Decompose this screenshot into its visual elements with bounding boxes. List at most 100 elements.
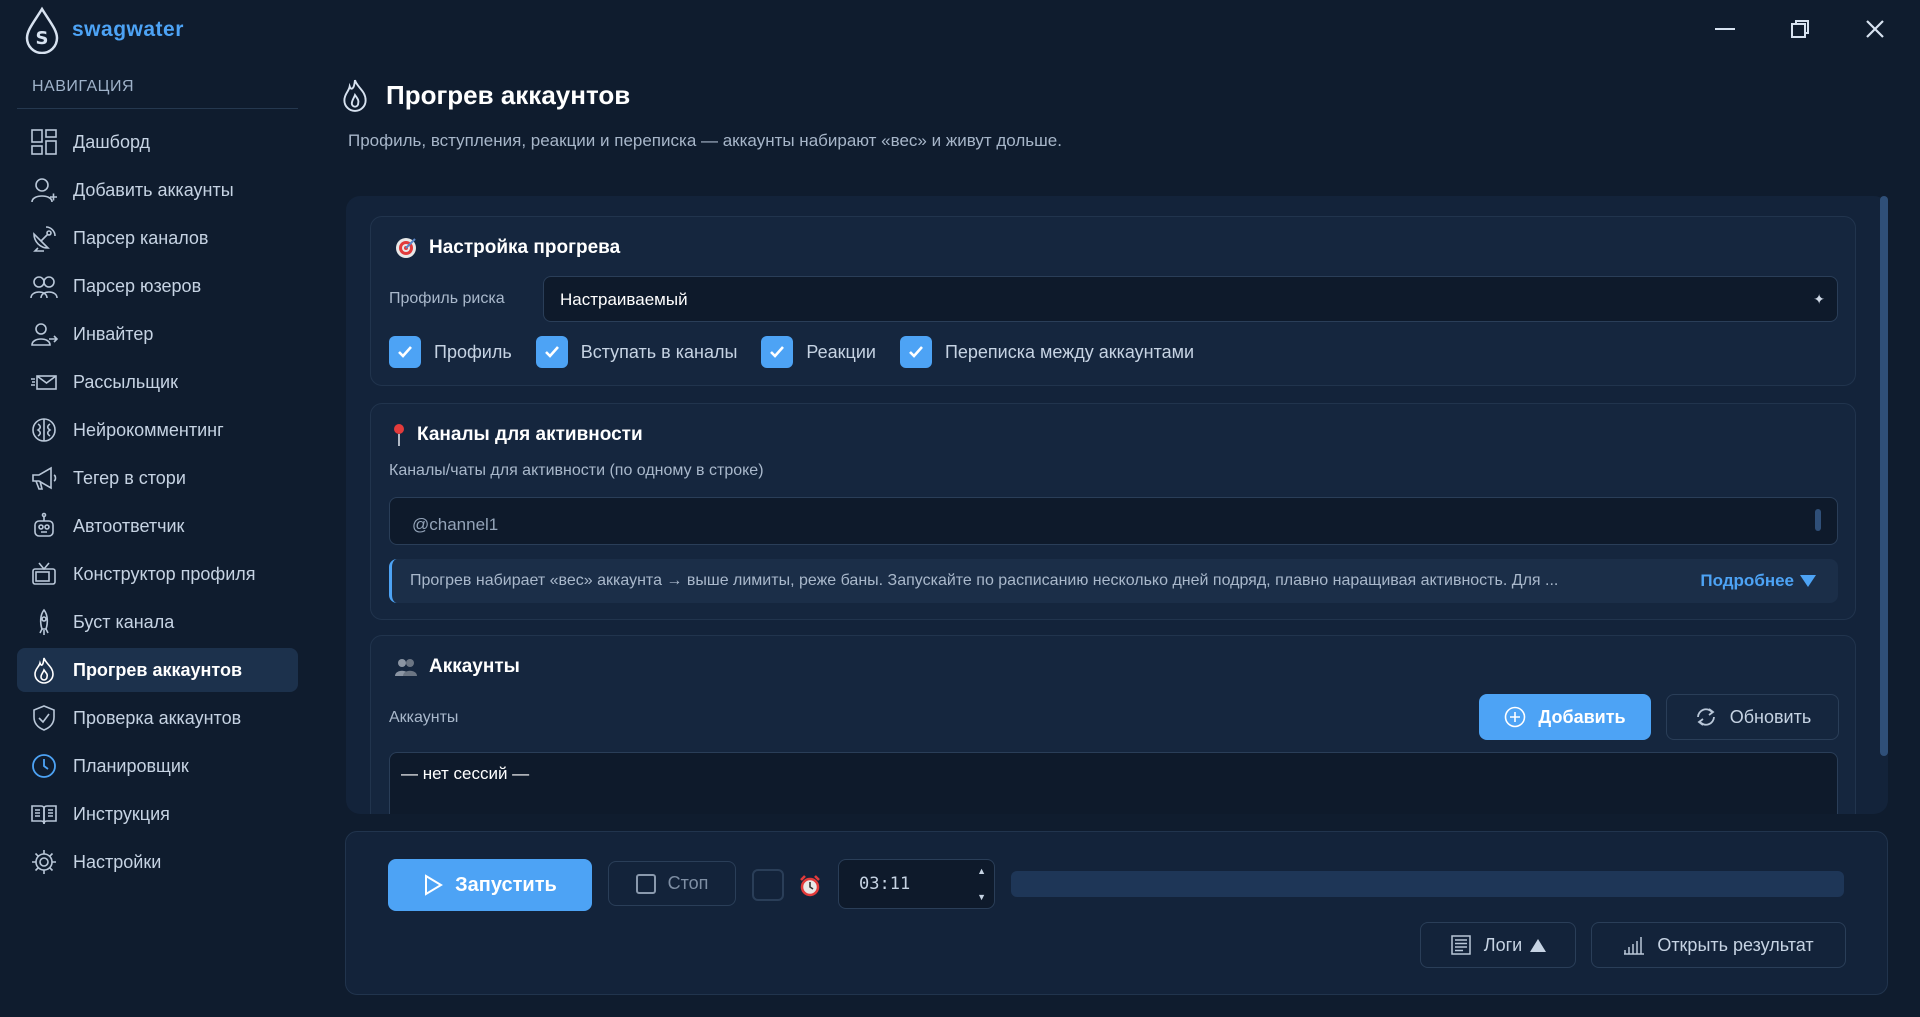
logs-label: Логи [1483, 934, 1523, 955]
invite-user-icon [29, 319, 59, 349]
checkbox-label: Вступать в каналы [580, 341, 738, 362]
checkbox-checked-icon [535, 336, 568, 368]
reactions-checkbox[interactable]: Реакции [761, 336, 876, 368]
accounts-list[interactable]: — нет сессий — [389, 752, 1838, 814]
start-label: Запустить [455, 873, 557, 896]
spin-up-icon[interactable]: ▲ [977, 866, 986, 876]
sidebar-item-story-tagger[interactable]: Тегер в стори [17, 456, 298, 500]
tv-icon [29, 559, 59, 589]
flame-icon [343, 79, 367, 112]
more-label: Подробнее [1700, 571, 1794, 590]
sidebar-item-label: Дашборд [73, 131, 151, 152]
sidebar-item-label: Конструктор профиля [73, 563, 256, 584]
close-button[interactable] [1850, 12, 1900, 46]
accounts-card-title: Аккаунты [429, 656, 520, 677]
sidebar-item-channel-boost[interactable]: Буст канала [17, 600, 298, 644]
minimize-button[interactable] [1700, 12, 1750, 46]
sidebar-item-channel-parser[interactable]: Парсер каналов [17, 216, 298, 260]
checkbox-label: Реакции [806, 341, 876, 362]
account-chat-checkbox[interactable]: Переписка между аккаунтами [899, 336, 1195, 368]
target-icon [393, 235, 419, 261]
profile-checkbox[interactable]: Профиль [389, 336, 512, 368]
triangle-down-icon [1800, 575, 1816, 587]
play-icon [423, 874, 444, 896]
spin-down-icon[interactable]: ▼ [977, 892, 986, 902]
stop-label: Стоп [667, 873, 709, 893]
run-panel: Запустить Стоп 03:11 ▲ ▼ Логи Открыть ре… [345, 831, 1888, 995]
checkbox-label: Переписка между аккаунтами [944, 341, 1195, 362]
join-channels-checkbox[interactable]: Вступать в каналы [535, 336, 738, 368]
pin-icon [389, 422, 409, 448]
dashboard-icon [29, 127, 59, 157]
sidebar-item-neurocommenting[interactable]: Нейрокомментинг [17, 408, 298, 452]
minimize-icon [1715, 28, 1735, 30]
clock-icon [29, 751, 59, 781]
add-label: Добавить [1538, 706, 1626, 727]
page-subtitle: Профиль, вступления, реакции и переписка… [348, 131, 1062, 150]
add-user-icon [29, 175, 59, 205]
sidebar-item-label: Инструкция [73, 803, 170, 824]
hint-box: Прогрев набирает «вес» аккаунта → выше л… [389, 559, 1838, 603]
bar-chart-icon [1623, 935, 1645, 955]
add-account-button[interactable]: Добавить [1479, 694, 1651, 740]
refresh-label: Обновить [1729, 706, 1812, 727]
hint-text: Прогрев набирает «вес» аккаунта → выше л… [410, 572, 1559, 589]
risk-profile-select[interactable]: Настраиваемый ✦ [543, 276, 1838, 322]
sidebar-item-account-warmup[interactable]: Прогрев аккаунтов [17, 648, 298, 692]
sidebar-item-label: Парсер юзеров [73, 275, 202, 296]
sidebar-item-label: Добавить аккаунты [73, 179, 234, 200]
sidebar-item-scheduler[interactable]: Планировщик [17, 744, 298, 788]
progress-bar [1011, 871, 1844, 897]
sidebar-item-add-accounts[interactable]: Добавить аккаунты [17, 168, 298, 212]
channels-card-title: Каналы для активности [417, 424, 643, 445]
checkbox-label: Профиль [434, 341, 512, 362]
mail-icon [29, 367, 59, 397]
app-window: S swagwater НАВИГАЦИЯ Дашборд Добавить а… [0, 0, 1920, 1017]
sidebar-item-profile-builder[interactable]: Конструктор профиля [17, 552, 298, 596]
sidebar-item-mailer[interactable]: Рассыльщик [17, 360, 298, 404]
open-result-button[interactable]: Открыть результат [1591, 922, 1846, 968]
content-scroll-area[interactable]: Настройка прогрева Профиль риска Настраи… [346, 196, 1888, 814]
sidebar-item-label: Проверка аккаунтов [73, 707, 242, 728]
sidebar-item-label: Рассыльщик [73, 371, 178, 392]
card-title: Каналы для активности [389, 422, 643, 448]
sidebar-item-inviter[interactable]: Инвайтер [17, 312, 298, 356]
sidebar-item-dashboard[interactable]: Дашборд [17, 120, 298, 164]
brand: S swagwater [22, 6, 184, 54]
sidebar-item-label: Прогрев аккаунтов [73, 659, 243, 680]
refresh-button[interactable]: Обновить [1666, 694, 1839, 740]
flame-icon [29, 655, 59, 685]
checkbox-checked-icon [389, 336, 421, 368]
more-link[interactable]: Подробнее [1700, 571, 1816, 591]
log-list-icon [1450, 934, 1472, 956]
main-scrollbar[interactable] [1880, 196, 1888, 756]
logs-button[interactable]: Логи [1420, 922, 1576, 968]
sidebar-item-label: Инвайтер [73, 323, 154, 344]
sidebar-item-instructions[interactable]: Инструкция [17, 792, 298, 836]
channels-textarea[interactable]: @channel1 [389, 497, 1838, 545]
gear-icon [29, 847, 59, 877]
start-button[interactable]: Запустить [388, 859, 592, 911]
schedule-checkbox[interactable] [752, 869, 784, 901]
accounts-label: Аккаунты [389, 709, 459, 726]
shield-check-icon [29, 703, 59, 733]
svg-text:S: S [36, 28, 49, 49]
sidebar-item-label: Настройки [73, 851, 162, 872]
time-input[interactable]: 03:11 ▲ ▼ [838, 859, 995, 909]
rocket-icon [29, 607, 59, 637]
brain-icon [29, 415, 59, 445]
title-bar: S swagwater [0, 0, 1920, 58]
sidebar-item-autoresponder[interactable]: Автоответчик [17, 504, 298, 548]
maximize-button[interactable] [1775, 12, 1825, 46]
plus-circle-icon [1504, 706, 1526, 728]
page-header: Прогрев аккаунтов [340, 78, 630, 112]
sidebar-item-settings[interactable]: Настройки [17, 840, 298, 884]
sidebar-item-account-check[interactable]: Проверка аккаунтов [17, 696, 298, 740]
alarm-clock-icon [800, 875, 820, 897]
textarea-scrollbar[interactable] [1815, 509, 1821, 531]
stop-button[interactable]: Стоп [608, 861, 736, 906]
users-icon [29, 271, 59, 301]
restore-icon [1791, 20, 1809, 38]
warmup-options: Профиль Вступать в каналы Реакции Перепи… [389, 336, 1218, 368]
sidebar-item-user-parser[interactable]: Парсер юзеров [17, 264, 298, 308]
